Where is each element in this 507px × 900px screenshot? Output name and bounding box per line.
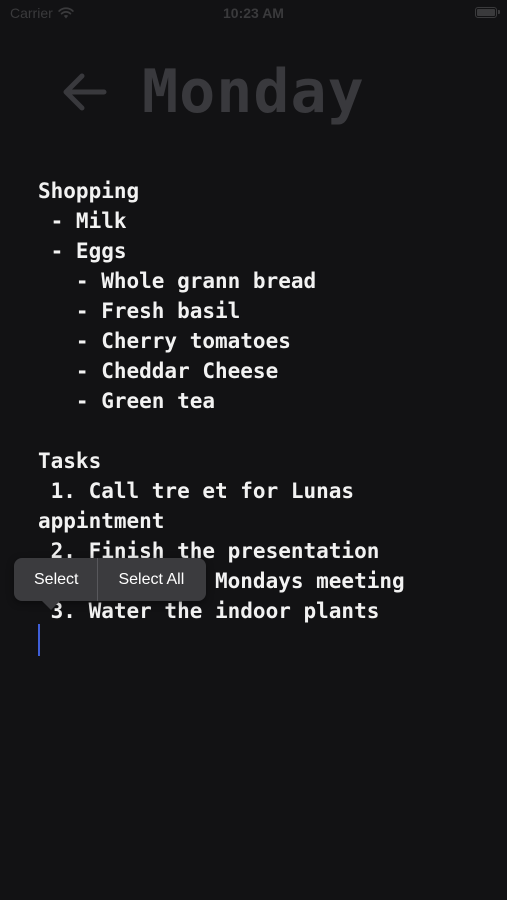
note-line: - Green tea <box>38 389 216 413</box>
note-line: Tasks <box>38 449 102 473</box>
status-time: 10:23 AM <box>223 5 284 21</box>
note-line: Shopping <box>38 179 140 203</box>
note-line: - Fresh basil <box>38 299 241 323</box>
note-line: appintment <box>38 509 165 533</box>
note-line: - Eggs <box>38 239 127 263</box>
text-cursor <box>38 624 40 656</box>
arrow-left-icon <box>63 73 107 111</box>
note-line: 1. Call tre et for Lunas <box>38 479 355 503</box>
header: Monday <box>58 58 365 126</box>
note-line <box>38 416 498 446</box>
menu-pointer-arrow <box>42 601 60 610</box>
back-button[interactable] <box>58 66 110 118</box>
note-line: - Cherry tomatoes <box>38 329 291 353</box>
note-line: - Whole grann bread <box>38 269 317 293</box>
select-all-menu-item[interactable]: Select All <box>98 558 206 601</box>
note-line: - Cheddar Cheese <box>38 359 279 383</box>
note-line: - Milk <box>38 209 127 233</box>
battery-icon <box>475 7 500 18</box>
edit-menu: Select Select All <box>14 558 207 610</box>
status-bar: Carrier 10:23 AM <box>0 0 507 28</box>
page-title: Monday <box>142 57 365 127</box>
select-menu-item[interactable]: Select <box>14 558 97 601</box>
